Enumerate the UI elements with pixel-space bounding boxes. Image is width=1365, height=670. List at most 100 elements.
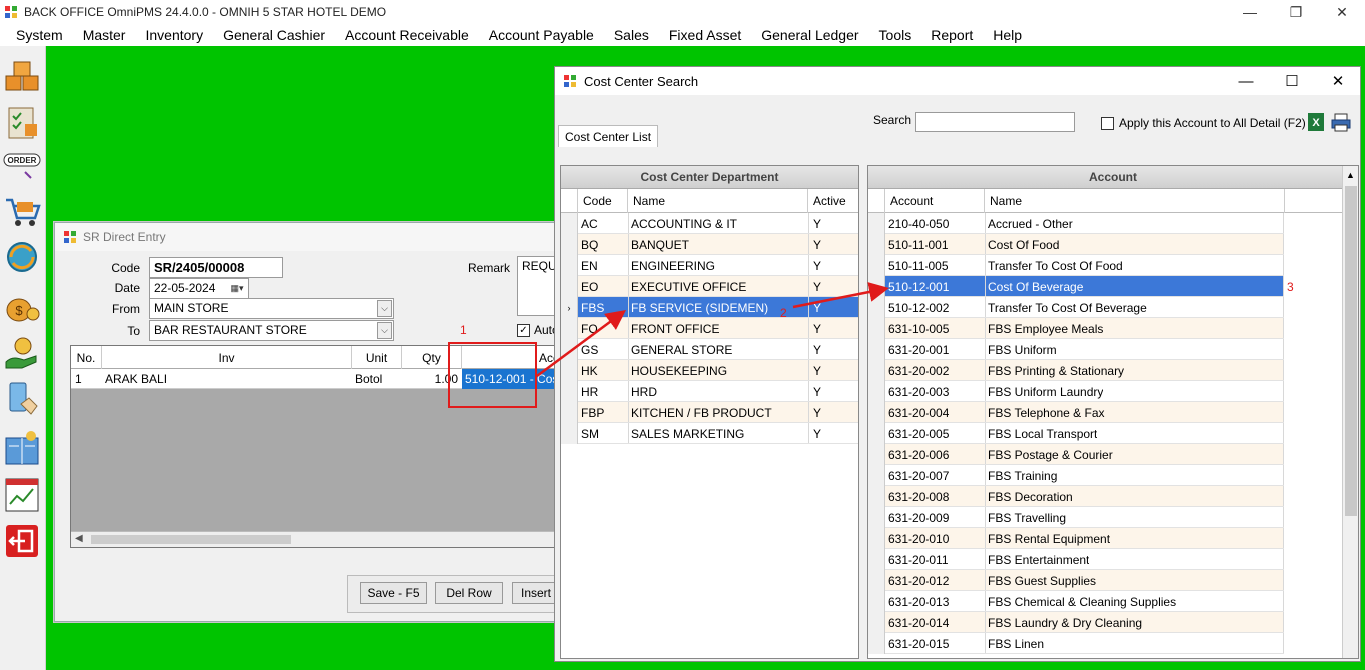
code-field[interactable]: SR/2405/00008 xyxy=(149,257,283,278)
table-row[interactable]: 631-20-008 FBS Decoration xyxy=(868,486,1284,507)
print-icon[interactable] xyxy=(1330,112,1352,135)
auto-checkbox[interactable]: ✓ xyxy=(517,323,530,337)
exit-icon[interactable] xyxy=(3,522,41,562)
menu-report[interactable]: Report xyxy=(921,27,983,43)
chevron-down-icon[interactable]: ⌵ xyxy=(377,300,392,317)
boxes-icon[interactable] xyxy=(3,58,41,98)
list-item[interactable]: EO EXECUTIVE OFFICE Y xyxy=(561,276,858,297)
row-selector[interactable] xyxy=(561,276,578,297)
hand-money-icon[interactable] xyxy=(3,334,41,374)
col-name[interactable]: Name xyxy=(628,189,808,213)
row-selector[interactable] xyxy=(868,402,885,423)
scroll-thumb[interactable] xyxy=(91,535,291,544)
horizontal-scrollbar[interactable]: ◀ xyxy=(71,531,559,547)
menu-tools[interactable]: Tools xyxy=(869,27,922,43)
del-row-button[interactable]: Del Row xyxy=(435,582,503,604)
row-selector[interactable] xyxy=(868,465,885,486)
col-account[interactable]: Account xyxy=(885,189,985,213)
row-selector[interactable] xyxy=(868,507,885,528)
date-field[interactable]: 22-05-2024 ▦▾ xyxy=(149,278,249,299)
row-selector[interactable] xyxy=(868,213,885,234)
calendar-icon[interactable]: ▦▾ xyxy=(227,280,247,297)
menu-account-payable[interactable]: Account Payable xyxy=(479,27,604,43)
row-selector[interactable] xyxy=(561,402,578,423)
scroll-up-icon[interactable]: ▲ xyxy=(1346,170,1355,180)
col-account-name[interactable]: Name xyxy=(985,189,1285,213)
table-row[interactable]: 631-20-012 FBS Guest Supplies xyxy=(868,570,1284,591)
checklist-icon[interactable] xyxy=(3,104,41,144)
row-selector[interactable]: › xyxy=(561,297,578,318)
menu-inventory[interactable]: Inventory xyxy=(135,27,213,43)
ledger-book-icon[interactable] xyxy=(3,430,41,470)
menu-system[interactable]: System xyxy=(6,27,73,43)
row-selector[interactable] xyxy=(561,234,578,255)
refresh-globe-icon[interactable] xyxy=(3,238,41,278)
list-item[interactable]: BQ BANQUET Y xyxy=(561,234,858,255)
col-code[interactable]: Code xyxy=(578,189,628,213)
minimize-button[interactable]: — xyxy=(1223,67,1269,95)
table-row[interactable]: 631-20-002 FBS Printing & Stationary xyxy=(868,360,1284,381)
row-selector[interactable] xyxy=(561,213,578,234)
close-button[interactable]: ✕ xyxy=(1315,67,1361,95)
tab-cost-center-list[interactable]: Cost Center List xyxy=(558,125,659,147)
row-selector[interactable] xyxy=(868,591,885,612)
table-row[interactable]: 631-20-015 FBS Linen xyxy=(868,633,1284,654)
phone-payment-icon[interactable] xyxy=(3,380,41,420)
row-selector[interactable] xyxy=(868,570,885,591)
row-selector[interactable] xyxy=(868,612,885,633)
list-item[interactable]: FO FRONT OFFICE Y xyxy=(561,318,858,339)
menu-account-receivable[interactable]: Account Receivable xyxy=(335,27,479,43)
list-item[interactable]: › FBS FB SERVICE (SIDEMEN) Y xyxy=(561,297,858,318)
row-selector[interactable] xyxy=(868,444,885,465)
save-button[interactable]: Save - F5 xyxy=(360,582,427,604)
row-selector[interactable] xyxy=(868,234,885,255)
menu-general-cashier[interactable]: General Cashier xyxy=(213,27,335,43)
table-row[interactable]: 631-10-005 FBS Employee Meals xyxy=(868,318,1284,339)
row-selector[interactable] xyxy=(868,633,885,654)
table-row[interactable]: 631-20-001 FBS Uniform xyxy=(868,339,1284,360)
table-row[interactable]: 631-20-013 FBS Chemical & Cleaning Suppli… xyxy=(868,591,1284,612)
menu-fixed-asset[interactable]: Fixed Asset xyxy=(659,27,751,43)
minimize-button[interactable]: — xyxy=(1227,0,1273,24)
row-selector[interactable] xyxy=(561,339,578,360)
table-row[interactable]: 510-11-005 Transfer To Cost Of Food xyxy=(868,255,1284,276)
order-icon[interactable]: ORDER xyxy=(3,150,41,190)
excel-icon[interactable]: X xyxy=(1306,111,1326,136)
table-row[interactable]: › 510-12-001 Cost Of Beverage xyxy=(868,276,1284,297)
list-item[interactable]: FBP KITCHEN / FB PRODUCT Y xyxy=(561,402,858,423)
row-selector[interactable] xyxy=(868,549,885,570)
row-selector[interactable] xyxy=(868,255,885,276)
apply-all-checkbox[interactable] xyxy=(1101,116,1114,130)
row-selector[interactable] xyxy=(868,486,885,507)
row-selector[interactable] xyxy=(868,528,885,549)
list-item[interactable]: HK HOUSEKEEPING Y xyxy=(561,360,858,381)
table-row[interactable]: 510-11-001 Cost Of Food xyxy=(868,234,1284,255)
list-item[interactable]: EN ENGINEERING Y xyxy=(561,255,858,276)
menu-general-ledger[interactable]: General Ledger xyxy=(751,27,868,43)
table-row[interactable]: 510-12-002 Transfer To Cost Of Beverage xyxy=(868,297,1284,318)
chart-report-icon[interactable] xyxy=(3,476,41,516)
from-select[interactable]: MAIN STORE ⌵ xyxy=(149,298,394,319)
row-selector[interactable] xyxy=(868,297,885,318)
menu-master[interactable]: Master xyxy=(73,27,136,43)
row-selector[interactable] xyxy=(868,339,885,360)
list-item[interactable]: HR HRD Y xyxy=(561,381,858,402)
col-unit[interactable]: Unit xyxy=(352,346,402,369)
table-row[interactable]: 631-20-014 FBS Laundry & Dry Cleaning xyxy=(868,612,1284,633)
auto-checkbox-row[interactable]: ✓ Auto xyxy=(517,323,559,337)
table-row[interactable]: 631-20-005 FBS Local Transport xyxy=(868,423,1284,444)
table-row[interactable]: 631-20-006 FBS Postage & Courier xyxy=(868,444,1284,465)
to-select[interactable]: BAR RESTAURANT STORE ⌵ xyxy=(149,320,394,341)
row-selector[interactable] xyxy=(868,381,885,402)
row-selector[interactable] xyxy=(561,360,578,381)
row-selector[interactable] xyxy=(561,423,578,444)
row-selector[interactable] xyxy=(561,318,578,339)
table-row[interactable]: 631-20-010 FBS Rental Equipment xyxy=(868,528,1284,549)
cart-icon[interactable] xyxy=(3,192,41,232)
table-row[interactable]: 631-20-003 FBS Uniform Laundry xyxy=(868,381,1284,402)
table-row[interactable]: 631-20-009 FBS Travelling xyxy=(868,507,1284,528)
scroll-left-icon[interactable]: ◀ xyxy=(75,533,83,544)
table-row[interactable]: 210-40-050 Accrued - Other xyxy=(868,213,1284,234)
col-no[interactable]: No. xyxy=(71,346,102,369)
money-bags-icon[interactable]: $ xyxy=(3,286,41,326)
